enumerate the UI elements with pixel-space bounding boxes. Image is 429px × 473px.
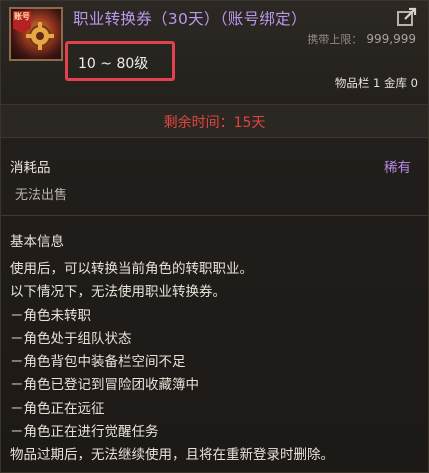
- item-name: 职业转换券（30天）（账号绑定）: [73, 10, 307, 28]
- level-range: 10 ~ 80级: [78, 56, 149, 72]
- basic-info-list: 使用后，可以转换当前角色的转职职业。 以下情况下，无法使用职业转换券。 －角色未…: [10, 258, 334, 468]
- remaining-time: 剩余时间：15天: [163, 115, 266, 131]
- basic-info-line: 物品过期后，无法继续使用，且将在重新登录时删除。: [10, 447, 334, 464]
- sell-note: 无法出售: [15, 188, 68, 203]
- basic-info-line: －角色正在远征: [10, 400, 105, 417]
- carry-limit: 携带上限： 999,999: [307, 31, 416, 47]
- basic-info-line: －角色已登记到冒险团收藏簿中: [10, 377, 199, 394]
- item-category: 消耗品: [10, 160, 51, 176]
- carry-limit-label: 携带上限：: [307, 33, 363, 46]
- basic-info-line: －角色处于组队状态: [10, 330, 132, 347]
- item-tooltip: 账号 职业转换券（30天）（账号绑定） 携带上限： 999,999 10 ~ 80…: [0, 0, 429, 473]
- basic-info-line: －角色未转职: [10, 307, 91, 324]
- basic-info-title: 基本信息: [10, 234, 64, 250]
- tooltip-header: 账号 职业转换券（30天）（账号绑定） 携带上限： 999,999 10 ~ 80…: [1, 1, 428, 101]
- basic-info-line: 使用后，可以转换当前角色的转职职业。: [10, 261, 253, 277]
- job-change-ticket-icon: 账号: [9, 7, 63, 61]
- divider: [1, 215, 428, 216]
- item-rarity: 稀有: [384, 160, 411, 176]
- basic-info-line: －角色正在进行觉醒任务: [10, 424, 159, 441]
- basic-info-line: 以下情况下，无法使用职业转换券。: [10, 284, 226, 301]
- level-range-highlight: 10 ~ 80级: [65, 41, 175, 81]
- gear-icon: [26, 22, 54, 50]
- inventory-count: 物品栏 1 金库 0: [334, 76, 418, 90]
- share-icon[interactable]: [396, 7, 418, 27]
- carry-limit-value: 999,999: [366, 32, 416, 46]
- basic-info-line: －角色背包中装备栏空间不足: [10, 354, 186, 371]
- remaining-time-row: 剩余时间：15天: [1, 104, 428, 138]
